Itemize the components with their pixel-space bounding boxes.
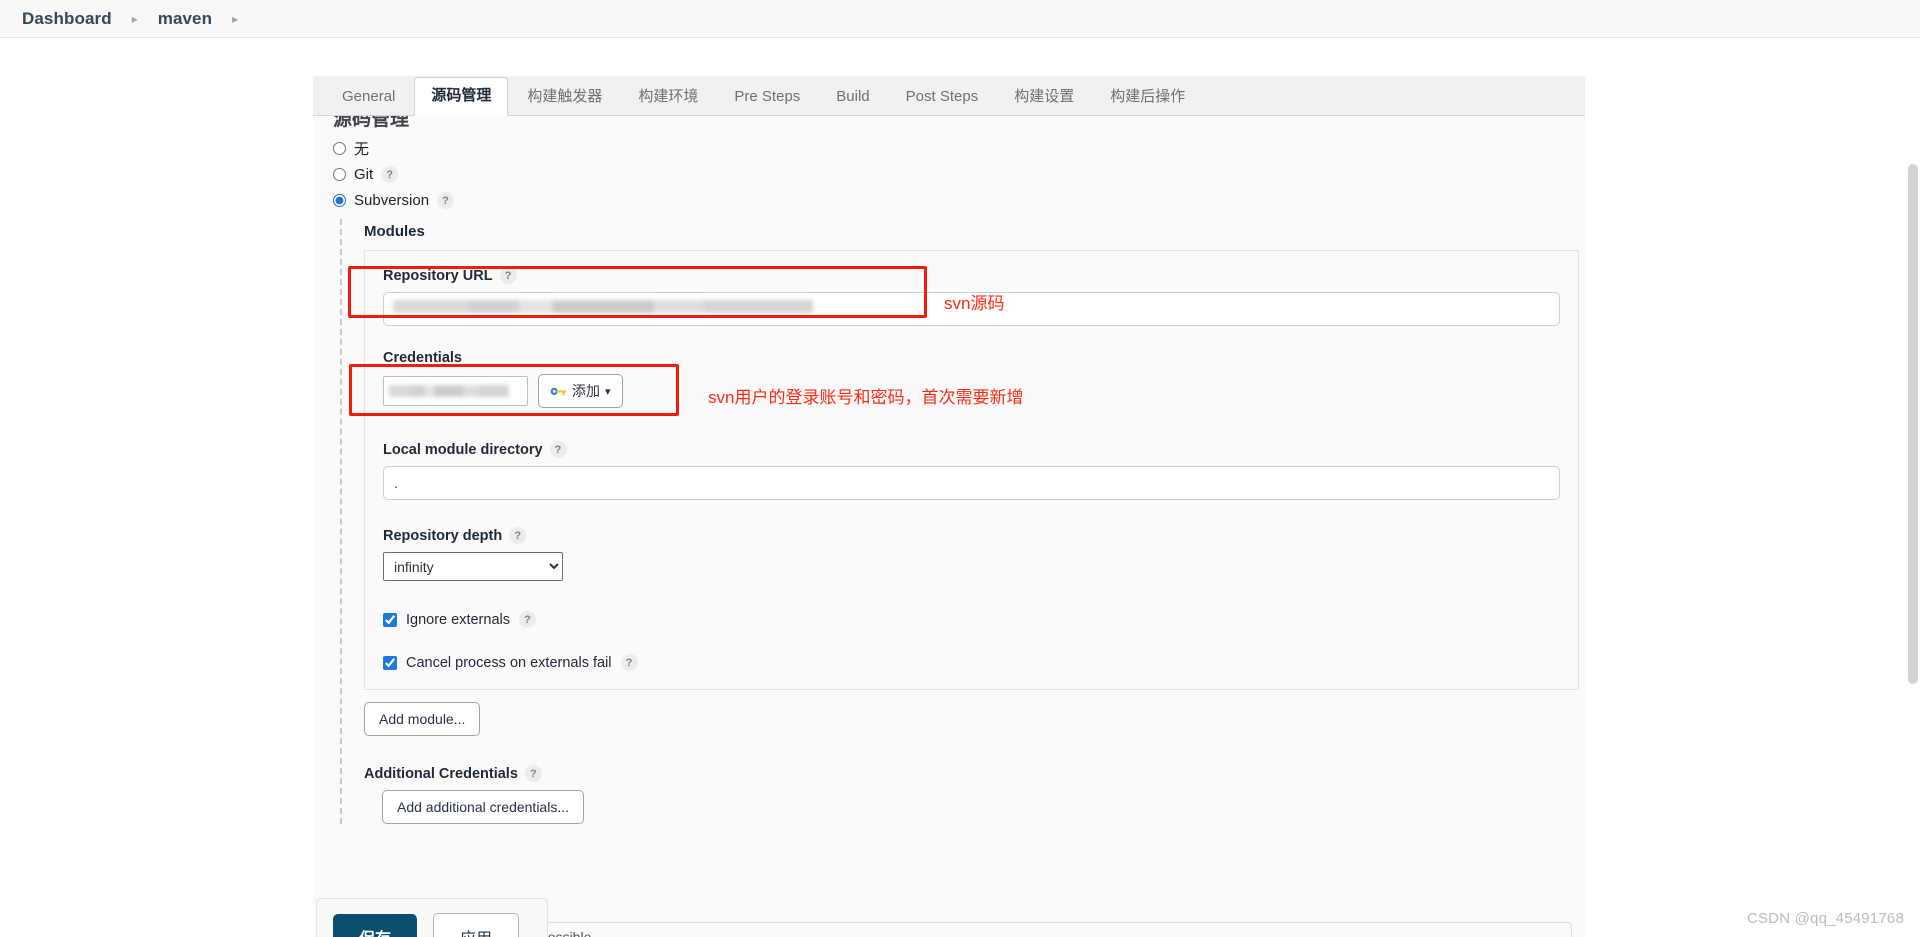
additional-credentials-label-row: Additional Credentials ? <box>364 765 1582 782</box>
credentials-redacted-value <box>389 385 509 397</box>
add-credentials-button[interactable]: 添加 ▾ <box>538 374 623 408</box>
page-body: General 源码管理 构建触发器 构建环境 Pre Steps Build … <box>0 38 1920 937</box>
breadcrumb-bar: Dashboard ▸ maven ▸ <box>0 0 1920 38</box>
tab-pre-steps[interactable]: Pre Steps <box>717 78 817 116</box>
local-module-directory-input[interactable] <box>383 466 1560 500</box>
tab-build-settings[interactable]: 构建设置 <box>997 78 1091 116</box>
config-tabs: General 源码管理 构建触发器 构建环境 Pre Steps Build … <box>313 76 1585 116</box>
repository-depth-label: Repository depth <box>383 527 503 544</box>
breadcrumb-item-dashboard[interactable]: Dashboard <box>20 9 114 29</box>
section-heading-scm: 源码管理 <box>333 116 410 130</box>
help-icon-additional-credentials[interactable]: ? <box>524 765 542 782</box>
ignore-externals-row[interactable]: Ignore externals ? <box>383 611 1560 628</box>
annotation-text-repository-url: svn源码 <box>944 294 1005 313</box>
breadcrumb-dropdown-icon[interactable]: ▸ <box>214 12 256 26</box>
help-icon-repository-depth[interactable]: ? <box>509 527 527 544</box>
help-icon-local-module-directory[interactable]: ? <box>549 441 567 458</box>
help-icon-git[interactable]: ? <box>381 166 399 183</box>
repository-url-redacted-value <box>393 300 813 313</box>
repository-depth-label-row: Repository depth ? <box>383 527 1560 544</box>
form-action-bar: 保存 应用 <box>316 898 548 937</box>
ignore-externals-checkbox[interactable] <box>383 612 397 627</box>
scm-option-subversion[interactable]: Subversion ? <box>313 190 1585 211</box>
watermark: CSDN @qq_45491768 <box>1746 910 1904 927</box>
tab-scm[interactable]: 源码管理 <box>414 77 509 116</box>
breadcrumb-item-maven[interactable]: maven <box>156 9 214 29</box>
add-module-button[interactable]: Add module... <box>364 702 481 736</box>
scrollbar-thumb[interactable] <box>1908 164 1918 684</box>
help-icon-repository-url[interactable]: ? <box>499 267 517 284</box>
modules-heading: Modules <box>364 223 425 240</box>
apply-button[interactable]: 应用 <box>433 912 520 937</box>
help-icon-subversion[interactable]: ? <box>437 192 455 209</box>
key-icon <box>550 385 567 398</box>
cancel-on-externals-fail-checkbox[interactable] <box>383 655 397 670</box>
ignore-externals-label: Ignore externals <box>406 611 510 628</box>
scm-option-git[interactable]: Git ? <box>313 164 1585 185</box>
scm-radio-subversion[interactable] <box>333 194 346 207</box>
scm-form: 源码管理 无 Git ? Subversion ? Modules Reposi… <box>313 116 1585 937</box>
tab-build-environment[interactable]: 构建环境 <box>621 78 715 116</box>
credentials-label-row: Credentials <box>383 350 1560 366</box>
local-module-directory-label-row: Local module directory ? <box>383 441 1560 458</box>
tab-build[interactable]: Build <box>819 78 886 116</box>
add-additional-credentials-button[interactable]: Add additional credentials... <box>382 790 584 824</box>
tab-build-triggers[interactable]: 构建触发器 <box>510 78 619 116</box>
repository-depth-select[interactable]: infinity <box>383 552 563 581</box>
page-scrollbar[interactable] <box>1905 76 1920 937</box>
local-module-directory-label: Local module directory <box>383 441 543 458</box>
additional-credentials-label: Additional Credentials <box>364 765 518 782</box>
breadcrumb-separator-icon: ▸ <box>131 11 138 26</box>
scm-radio-none[interactable] <box>333 142 346 155</box>
cancel-on-externals-fail-label: Cancel process on externals fail <box>406 654 612 671</box>
scm-option-none-label: 无 <box>354 141 370 158</box>
tab-post-build-actions[interactable]: 构建后操作 <box>1093 78 1202 116</box>
add-credentials-label: 添加 <box>572 383 600 399</box>
scm-option-git-label: Git <box>354 166 374 183</box>
save-button[interactable]: 保存 <box>333 913 418 937</box>
credentials-label: Credentials <box>383 350 462 366</box>
cancel-on-externals-fail-row[interactable]: Cancel process on externals fail ? <box>383 654 1560 671</box>
repository-url-label-row: Repository URL ? <box>383 267 1560 284</box>
scm-radio-git[interactable] <box>333 168 346 181</box>
scm-option-none[interactable]: 无 <box>313 138 1585 159</box>
scm-option-subversion-label: Subversion <box>354 192 430 209</box>
annotation-text-credentials: svn用户的登录账号和密码，首次需要新增 <box>708 388 1024 407</box>
tab-post-steps[interactable]: Post Steps <box>889 78 996 116</box>
repository-url-label: Repository URL <box>383 267 493 284</box>
chevron-down-icon: ▾ <box>605 385 611 398</box>
help-icon-ignore-externals[interactable]: ? <box>518 611 536 628</box>
help-icon-cancel-on-externals-fail[interactable]: ? <box>620 654 638 671</box>
module-card: Repository URL ? Credentials 添加 ▾ Local … <box>364 250 1579 690</box>
tab-general[interactable]: General <box>325 78 412 116</box>
